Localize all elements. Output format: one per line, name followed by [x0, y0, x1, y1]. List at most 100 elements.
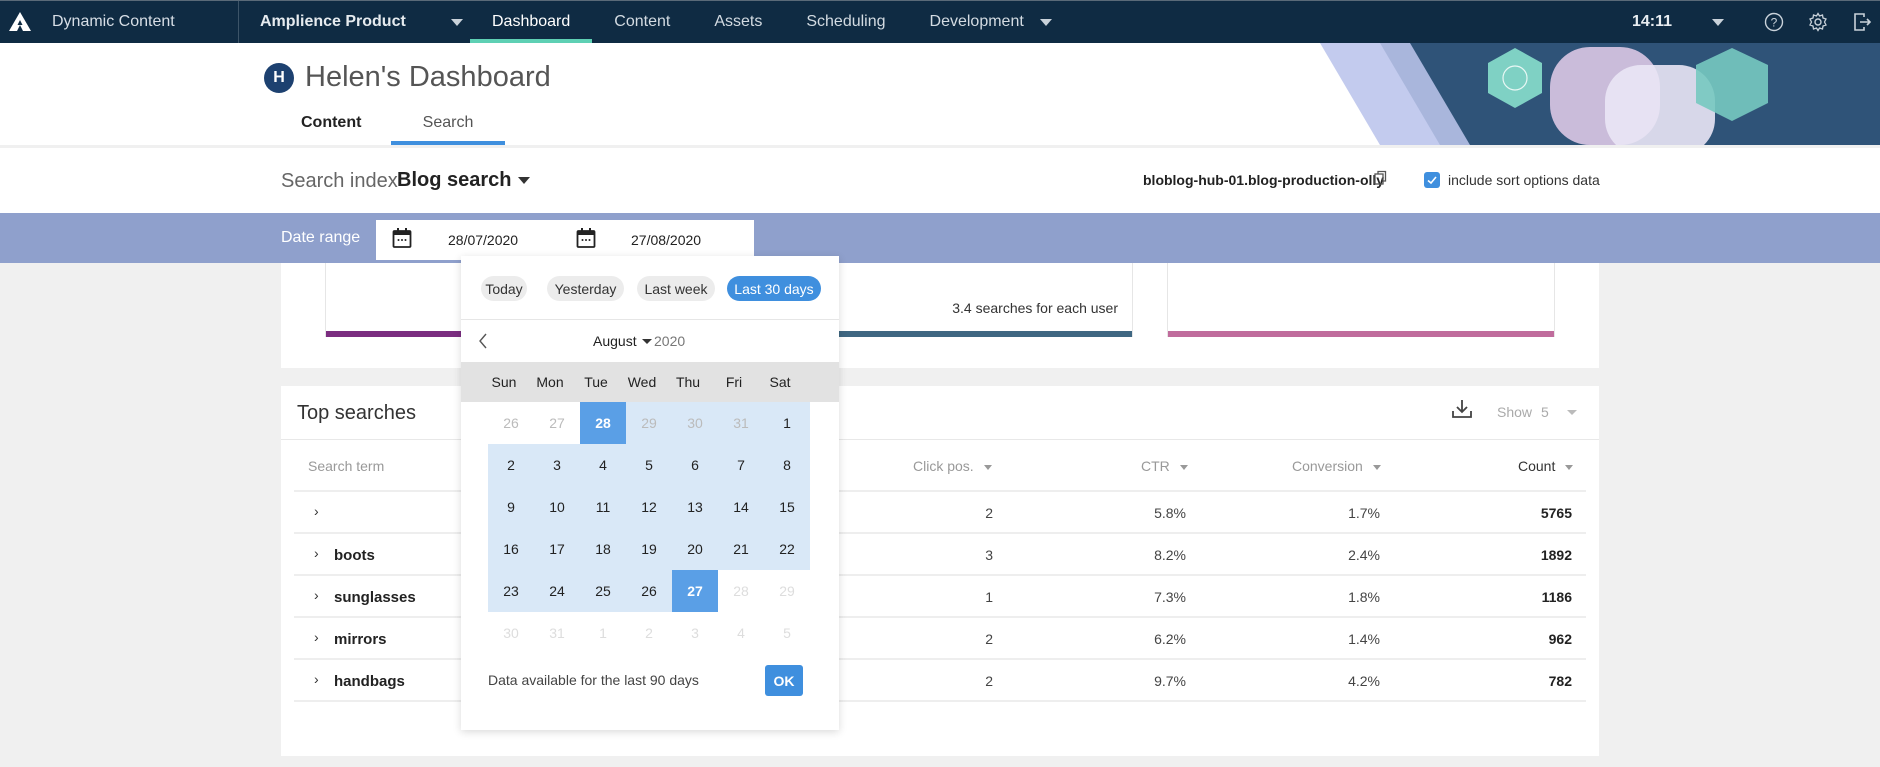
- calendar-day[interactable]: 5: [626, 444, 672, 486]
- date-to-field[interactable]: 27/08/2020: [631, 232, 701, 248]
- weekday-label: Thu: [675, 374, 701, 390]
- calendar-day[interactable]: 24: [534, 570, 580, 612]
- calendar-day[interactable]: 4: [580, 444, 626, 486]
- chevron-down-icon[interactable]: [642, 339, 652, 344]
- app-name: Dynamic Content: [52, 13, 175, 30]
- calendar-day: 2: [645, 625, 653, 641]
- calendar-day[interactable]: 17: [534, 528, 580, 570]
- calendar-day[interactable]: 2: [488, 444, 534, 486]
- expand-chevron-icon[interactable]: ›: [314, 587, 319, 603]
- search-index-row: Search index Blog search bloblog-hub-01.…: [0, 148, 1880, 213]
- user-menu-chevron-icon[interactable]: [1712, 18, 1724, 26]
- click-position: 1: [985, 589, 993, 605]
- help-icon[interactable]: ?: [1762, 10, 1786, 34]
- calendar-day: 30: [503, 625, 519, 641]
- preset-last-30-days[interactable]: Last 30 days: [727, 276, 821, 301]
- date-range-label: Date range: [281, 229, 361, 246]
- calendar-day[interactable]: 27: [672, 570, 718, 612]
- col-conversion[interactable]: Conversion: [1292, 458, 1381, 474]
- calendar-day[interactable]: 21: [718, 528, 764, 570]
- calendar-icon[interactable]: [392, 227, 412, 254]
- logout-icon[interactable]: [1850, 10, 1874, 34]
- calendar-day[interactable]: 31: [718, 402, 764, 444]
- nav-development-label: Development: [929, 13, 1024, 30]
- weekday-label: Wed: [627, 374, 657, 390]
- show-count-select[interactable]: 5: [1541, 404, 1549, 420]
- click-position: 2: [985, 673, 993, 689]
- month-select[interactable]: August: [593, 333, 637, 349]
- expand-chevron-icon[interactable]: ›: [314, 629, 319, 645]
- calendar-day[interactable]: 28: [580, 402, 626, 444]
- count-value: 782: [1548, 673, 1572, 689]
- calendar-day[interactable]: 26: [488, 402, 534, 444]
- nav-dashboard[interactable]: Dashboard: [470, 1, 593, 43]
- date-range-input[interactable]: 28/07/2020 27/08/2020: [376, 220, 754, 260]
- calendar-day[interactable]: 7: [718, 444, 764, 486]
- expand-chevron-icon[interactable]: ›: [314, 503, 319, 519]
- click-position: 2: [985, 631, 993, 647]
- search-index-label: Search index: [281, 170, 398, 192]
- preset-last-week[interactable]: Last week: [637, 276, 715, 301]
- calendar-day: 29: [779, 583, 795, 599]
- chevron-down-icon: [450, 18, 463, 26]
- chevron-left-icon[interactable]: [477, 331, 489, 356]
- search-index-select[interactable]: Blog search: [397, 169, 511, 192]
- calendar-day[interactable]: 13: [672, 486, 718, 528]
- calendar-day[interactable]: 15: [764, 486, 810, 528]
- chevron-down-icon: [1039, 18, 1052, 26]
- calendar-day[interactable]: 11: [580, 486, 626, 528]
- col-count[interactable]: Count: [1518, 458, 1574, 474]
- date-from-field[interactable]: 28/07/2020: [448, 232, 518, 248]
- col-click-pos[interactable]: Click pos.: [913, 458, 992, 474]
- calendar-day[interactable]: 25: [580, 570, 626, 612]
- calendar-day[interactable]: 29: [626, 402, 672, 444]
- amplience-logo-icon[interactable]: [2, 1, 38, 43]
- data-availability-note: Data available for the last 90 days: [488, 672, 699, 688]
- calendar-day[interactable]: 26: [626, 570, 672, 612]
- expand-chevron-icon[interactable]: ›: [314, 545, 319, 561]
- year-label[interactable]: 2020: [654, 333, 685, 349]
- calendar-day[interactable]: 22: [764, 528, 810, 570]
- calendar-day[interactable]: 30: [672, 402, 718, 444]
- col-ctr[interactable]: CTR: [1141, 458, 1188, 474]
- chevron-down-icon[interactable]: [518, 177, 530, 184]
- calendar-day[interactable]: 18: [580, 528, 626, 570]
- calendar-day[interactable]: 23: [488, 570, 534, 612]
- download-icon[interactable]: [1451, 398, 1473, 425]
- calendar-day[interactable]: 19: [626, 528, 672, 570]
- calendar-day[interactable]: 9: [488, 486, 534, 528]
- ctr-value: 9.7%: [1154, 673, 1186, 689]
- stat-card: 3.4 searches for each user: [801, 263, 1133, 337]
- calendar-day[interactable]: 12: [626, 486, 672, 528]
- nav-development[interactable]: Development: [908, 1, 1074, 43]
- calendar-day[interactable]: 14: [718, 486, 764, 528]
- tab-search[interactable]: Search: [391, 110, 505, 145]
- dashboard-header: H Helen's Dashboard Content Search: [0, 43, 1880, 145]
- ok-button[interactable]: OK: [765, 665, 803, 696]
- calendar-day[interactable]: 16: [488, 528, 534, 570]
- preset-yesterday[interactable]: Yesterday: [547, 276, 624, 301]
- calendar-day[interactable]: 6: [672, 444, 718, 486]
- calendar-day[interactable]: 8: [764, 444, 810, 486]
- include-sort-checkbox[interactable]: [1424, 172, 1440, 188]
- preset-today[interactable]: Today: [481, 276, 527, 301]
- calendar-day[interactable]: 27: [534, 402, 580, 444]
- calendar-icon[interactable]: [576, 227, 596, 254]
- calendar-day[interactable]: 1: [764, 402, 810, 444]
- tab-content[interactable]: Content: [281, 110, 391, 145]
- settings-icon[interactable]: [1806, 10, 1830, 34]
- calendar-day[interactable]: 20: [672, 528, 718, 570]
- nav-scheduling[interactable]: Scheduling: [784, 1, 907, 43]
- hub-selector[interactable]: Amplience Product: [260, 13, 470, 31]
- chevron-down-icon[interactable]: [1567, 410, 1577, 415]
- calendar-day[interactable]: 3: [534, 444, 580, 486]
- nav-divider: [238, 1, 239, 43]
- weekday-label: Sun: [491, 374, 517, 390]
- nav-content[interactable]: Content: [592, 1, 692, 43]
- search-term: handbags: [334, 673, 405, 690]
- nav-assets[interactable]: Assets: [692, 1, 784, 43]
- conversion-value: 1.7%: [1348, 505, 1380, 521]
- calendar-day[interactable]: 10: [534, 486, 580, 528]
- expand-chevron-icon[interactable]: ›: [314, 671, 319, 687]
- copy-icon[interactable]: [1373, 170, 1387, 191]
